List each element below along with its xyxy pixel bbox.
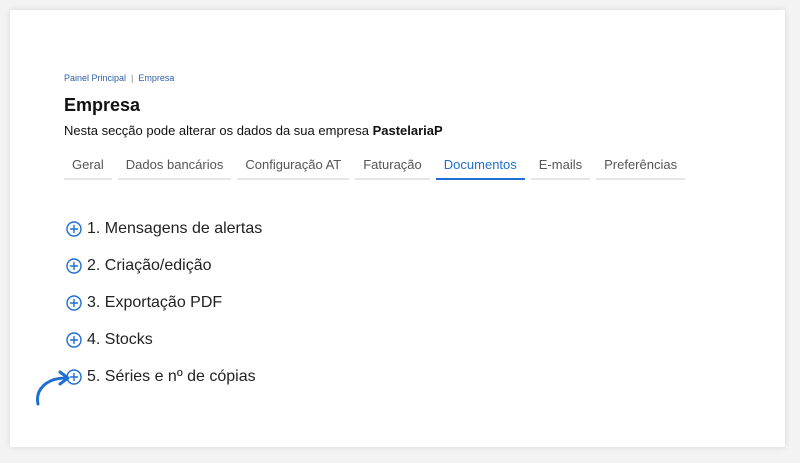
plus-circle-icon [66,220,82,237]
page-title: Empresa [64,95,141,115]
breadcrumb-home-link[interactable]: Painel Principal [64,73,126,83]
tab-dados-bancarios[interactable]: Dados bancários [117,154,232,180]
section-label: 5. Séries e nº de cópias [87,367,256,385]
section-series-copias[interactable]: 5. Séries e nº de cópias [66,358,262,395]
section-list: 1. Mensagens de alertas 2. Criação/ediçã… [66,210,262,395]
section-criacao-edicao[interactable]: 2. Criação/edição [66,247,262,284]
subtitle-text: Nesta secção pode alterar os dados da su… [64,123,369,138]
curved-arrow-icon [36,370,70,406]
section-label: 4. Stocks [87,330,153,348]
section-label: 3. Exportação PDF [87,293,223,311]
plus-circle-icon [66,294,82,311]
section-mensagens-alertas[interactable]: 1. Mensagens de alertas [66,210,262,247]
tab-emails[interactable]: E-mails [530,154,591,180]
company-name: PastelariaP [372,123,443,138]
tab-preferencias[interactable]: Preferências [596,154,686,180]
section-exportacao-pdf[interactable]: 3. Exportação PDF [66,284,262,321]
tab-faturacao[interactable]: Faturação [355,154,430,180]
tab-bar: Geral Dados bancários Configuração AT Fa… [64,154,686,180]
section-stocks[interactable]: 4. Stocks [66,321,262,358]
breadcrumb: Painel Principal | Empresa [64,73,174,83]
tab-geral[interactable]: Geral [64,154,112,180]
plus-circle-icon [66,331,82,348]
content-card: Painel Principal | Empresa Empresa Nesta s… [10,10,785,447]
page-subtitle: Nesta secção pode alterar os dados da su… [64,123,443,138]
breadcrumb-separator: | [131,73,134,83]
breadcrumb-current-link[interactable]: Empresa [138,73,174,83]
tab-configuracao-at[interactable]: Configuração AT [237,154,350,180]
tab-documentos[interactable]: Documentos [435,154,525,180]
plus-circle-icon [66,257,82,274]
section-label: 1. Mensagens de alertas [87,219,263,237]
section-label: 2. Criação/edição [87,256,212,274]
